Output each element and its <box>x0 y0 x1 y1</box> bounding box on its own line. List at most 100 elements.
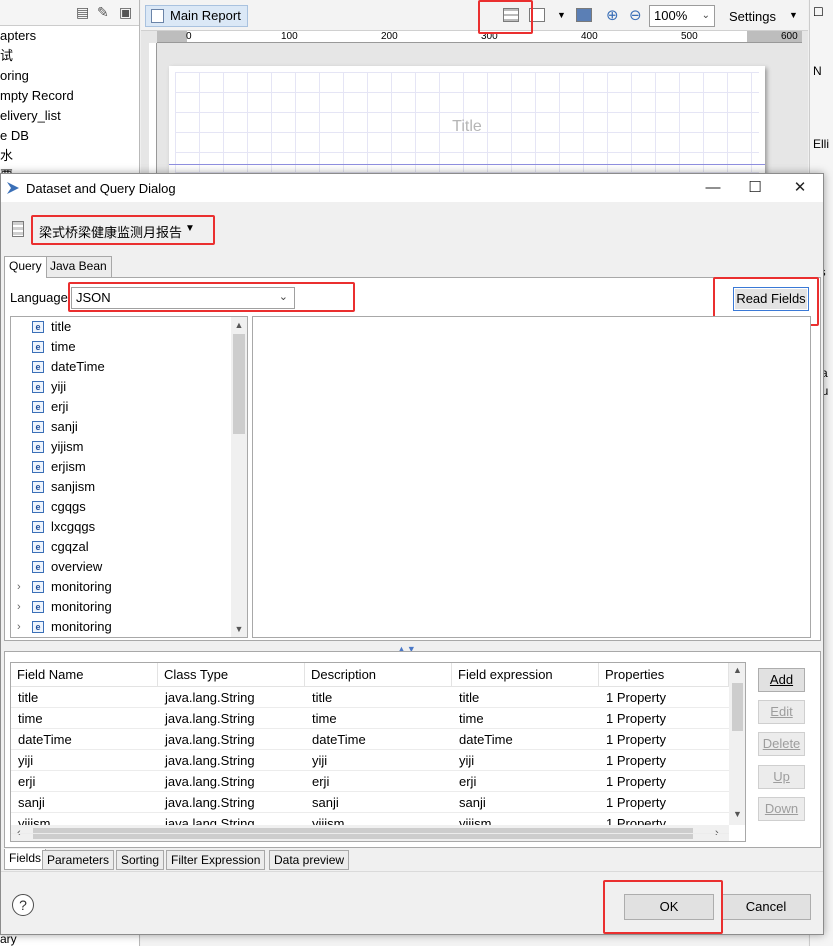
scroll-thumb[interactable] <box>732 683 743 731</box>
chevron-down-icon[interactable]: ▼ <box>789 10 798 20</box>
chevron-down-icon[interactable]: ▼ <box>557 10 566 20</box>
cancel-button[interactable]: Cancel <box>721 894 811 920</box>
tab-filter-expression[interactable]: Filter Expression <box>166 850 266 870</box>
outline-item[interactable]: 水 <box>0 146 139 166</box>
tree-item[interactable]: e dateTime <box>11 357 231 377</box>
tree-item[interactable]: › e monitoring <box>11 577 231 597</box>
outline-item[interactable]: mpty Record <box>0 86 139 106</box>
export-icon[interactable] <box>576 8 592 22</box>
column-header[interactable]: Field expression <box>452 663 599 687</box>
tree-item[interactable]: › e monitoring <box>11 617 231 637</box>
up-button[interactable]: Up <box>758 765 805 789</box>
table-cell[interactable]: 1 Property <box>599 750 666 771</box>
table-cell[interactable]: sanji <box>452 792 486 813</box>
report-page[interactable]: Title <box>169 66 765 186</box>
expand-chevron-icon[interactable]: › <box>17 617 21 637</box>
field-tree[interactable]: › e monitoring › e monitoring › e monitoring e ove… <box>10 316 248 638</box>
table-cell[interactable]: java.lang.String <box>158 750 255 771</box>
scroll-down-icon[interactable]: ▼ <box>231 621 247 637</box>
query-text-editor[interactable] <box>252 316 811 638</box>
table-cell[interactable]: time <box>452 708 484 729</box>
table-cell[interactable]: dateTime <box>305 729 366 750</box>
table-cell[interactable]: title <box>452 687 479 708</box>
tree-item[interactable]: e cgqzal <box>11 537 231 557</box>
delete-button[interactable]: Delete <box>758 732 805 756</box>
tree-item[interactable]: › e monitoring <box>11 597 231 617</box>
table-cell[interactable]: time <box>305 708 337 729</box>
add-icon[interactable]: ▣ <box>119 4 132 21</box>
zoom-select[interactable]: 100% ⌄ <box>649 5 715 27</box>
table-cell[interactable]: title <box>11 687 38 708</box>
dataset-selector[interactable]: 梁式桥梁健康监测月报告 ▼ <box>31 215 215 245</box>
table-cell[interactable]: sanji <box>305 792 339 813</box>
table-cell[interactable]: dateTime <box>11 729 72 750</box>
tab-query[interactable]: Query <box>4 256 47 278</box>
table-cell[interactable]: java.lang.String <box>158 771 255 792</box>
tree-item[interactable]: e lxcgqgs <box>11 517 231 537</box>
tree-item[interactable]: e erjism <box>11 457 231 477</box>
outline-item[interactable]: e DB <box>0 126 139 146</box>
tab-java-bean[interactable]: Java Bean <box>45 256 112 277</box>
page-title-placeholder[interactable]: Title <box>169 118 765 136</box>
tree-item[interactable]: e overview <box>11 557 231 577</box>
table-cell[interactable]: yiji <box>11 750 33 771</box>
table-cell[interactable]: sanji <box>11 792 45 813</box>
outline-item[interactable]: 试 <box>0 46 139 66</box>
down-button[interactable]: Down <box>758 797 805 821</box>
help-icon[interactable]: ? <box>12 894 34 916</box>
fields-table[interactable]: 1 Property yijism yijism java.lang.String yi… <box>10 662 746 842</box>
settings-button[interactable]: Settings <box>729 9 776 24</box>
tree-item[interactable]: e yijism <box>11 437 231 457</box>
table-cell[interactable]: erji <box>11 771 35 792</box>
table-cell[interactable]: 1 Property <box>599 708 666 729</box>
tree-scrollbar[interactable]: ▲ ▼ <box>231 317 247 637</box>
tab-data-preview[interactable]: Data preview <box>269 850 350 870</box>
outline-item[interactable]: elivery_list <box>0 106 139 126</box>
table-cell[interactable]: title <box>305 687 332 708</box>
zoom-out-icon[interactable]: ⊖ <box>629 6 642 24</box>
table-cell[interactable]: 1 Property <box>599 687 666 708</box>
column-header[interactable]: Description <box>305 663 452 687</box>
add-button[interactable]: Add <box>758 668 805 692</box>
table-cell[interactable]: 1 Property <box>599 792 666 813</box>
tree-item[interactable]: e sanji <box>11 417 231 437</box>
outline-item[interactable]: apters <box>0 26 139 46</box>
tab-sorting[interactable]: Sorting <box>116 850 165 870</box>
tree-item[interactable]: e cgqgs <box>11 497 231 517</box>
maximize-icon[interactable]: ☐ <box>744 178 766 198</box>
palette-icon[interactable]: ☐ <box>813 5 824 19</box>
scroll-up-icon[interactable]: ▲ <box>231 317 247 333</box>
table-cell[interactable]: yiji <box>452 750 474 771</box>
table-cell[interactable]: java.lang.String <box>158 792 255 813</box>
table-cell[interactable]: time <box>11 708 43 729</box>
main-report-tab[interactable]: Main Report <box>145 5 248 27</box>
tree-item[interactable]: e time <box>11 337 231 357</box>
table-cell[interactable]: erji <box>452 771 476 792</box>
column-header[interactable]: Field Name <box>11 663 158 687</box>
table-cell[interactable]: erji <box>305 771 329 792</box>
tree-item[interactable]: e yiji <box>11 377 231 397</box>
outline-item[interactable]: oring <box>0 66 139 86</box>
column-header[interactable]: Class Type <box>158 663 305 687</box>
table-vertical-scrollbar[interactable]: ▲ ▼ <box>729 663 745 825</box>
table-cell[interactable]: 1 Property <box>599 771 666 792</box>
close-icon[interactable]: ✕ <box>789 178 811 198</box>
tree-item[interactable]: e erji <box>11 397 231 417</box>
table-cell[interactable]: 1 Property <box>599 729 666 750</box>
tree-item[interactable]: e title <box>11 317 231 337</box>
expand-chevron-icon[interactable]: › <box>17 597 21 617</box>
table-cell[interactable]: java.lang.String <box>158 729 255 750</box>
expand-chevron-icon[interactable]: › <box>17 577 21 597</box>
table-cell[interactable]: java.lang.String <box>158 708 255 729</box>
scroll-up-icon[interactable]: ▲ <box>729 665 745 675</box>
edit-button[interactable]: Edit <box>758 700 805 724</box>
table-cell[interactable]: java.lang.String <box>158 687 255 708</box>
zoom-in-icon[interactable]: ⊕ <box>606 6 619 24</box>
tab-fields[interactable]: Fields <box>4 849 47 870</box>
table-cell[interactable]: yiji <box>305 750 327 771</box>
column-header[interactable]: Properties <box>599 663 729 687</box>
scroll-thumb[interactable] <box>233 334 245 434</box>
table-cell[interactable]: dateTime <box>452 729 513 750</box>
pin-icon[interactable]: ✎ <box>97 4 109 21</box>
tab-parameters[interactable]: Parameters <box>42 850 115 870</box>
